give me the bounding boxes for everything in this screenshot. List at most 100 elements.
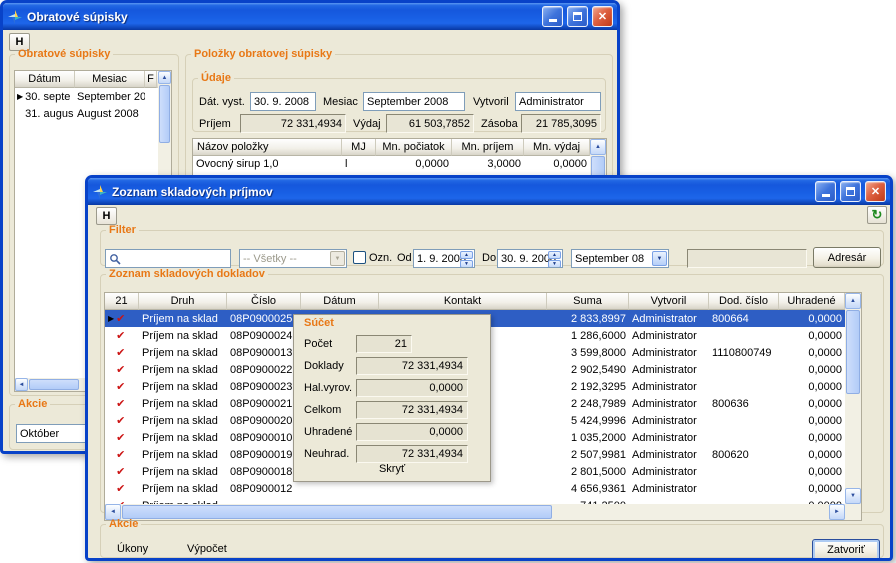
dropdown-arrow-icon[interactable]: ▼: [330, 251, 345, 266]
scroll-down-button[interactable]: ▼: [845, 488, 861, 504]
cell-cislo: 08P0900013: [227, 344, 301, 361]
do-label: Do: [482, 252, 496, 264]
spin-up-icon[interactable]: ▲: [548, 251, 561, 259]
column-header-mn-prijem[interactable]: Mn. príjem: [452, 139, 524, 156]
table-row[interactable]: ▶30. septe September 2008: [15, 88, 158, 105]
scroll-thumb[interactable]: [122, 505, 552, 519]
items-table-header: Názov položky MJ Mn. počiatok Mn. príjem…: [193, 139, 606, 156]
column-header-mj[interactable]: MJ: [342, 139, 376, 156]
sum-value-field: 0,0000: [356, 423, 468, 441]
column-header-datum[interactable]: Dátum: [15, 71, 75, 88]
cell-dod-cislo: [709, 327, 779, 344]
dropdown-arrow-icon[interactable]: ▼: [652, 251, 667, 266]
dropdown-value: Október: [20, 428, 59, 440]
cell-vytvoril: Administrator: [629, 310, 709, 327]
groupbox-label: Akcie: [106, 518, 141, 530]
scroll-left-button[interactable]: ◄: [15, 378, 28, 391]
help-button[interactable]: H: [96, 207, 117, 225]
table-row[interactable]: ▶31. augus August 2008: [15, 105, 158, 122]
maximize-button[interactable]: [567, 6, 588, 27]
cell-dod-cislo: [709, 429, 779, 446]
zatvorit-button[interactable]: Zatvoriť: [812, 539, 880, 558]
column-header-f[interactable]: F: [145, 71, 157, 88]
extra-filter-field[interactable]: [687, 249, 807, 268]
cell-suma: 5 424,9996: [547, 412, 629, 429]
adresar-button[interactable]: Adresár: [813, 247, 881, 268]
dat-vyst-field[interactable]: 30. 9. 2008: [250, 92, 316, 111]
scroll-thumb[interactable]: [29, 379, 79, 390]
row-pointer-icon: ▶: [17, 92, 23, 101]
cell-vytvoril: Administrator: [629, 412, 709, 429]
ozn-label[interactable]: Ozn.: [369, 252, 392, 264]
mesiac-field[interactable]: September 2008: [363, 92, 465, 111]
cell-vytvoril: Administrator: [629, 480, 709, 497]
cell-uhradene: 0,0000: [779, 429, 845, 446]
minimize-button[interactable]: [815, 181, 836, 202]
spin-up-icon[interactable]: ▲: [460, 251, 473, 259]
date-to-field[interactable]: 30. 9. 2008 ▲ ▼: [497, 249, 563, 268]
supisky-table-header: Dátum Mesiac F: [15, 71, 171, 88]
checked-icon: ✔: [116, 465, 125, 478]
column-header-nazov[interactable]: Názov položky: [193, 139, 342, 156]
cell-suma: 2 801,5000: [547, 463, 629, 480]
vytvoril-field[interactable]: Administrator: [515, 92, 601, 111]
table-row[interactable]: ▶✔ Príjem na sklad 741,2500 0,0000: [105, 497, 845, 504]
minimize-button[interactable]: [542, 6, 563, 27]
cell-druh: Príjem na sklad: [139, 378, 227, 395]
cell-dod-cislo: 1110800749: [709, 344, 779, 361]
cell-druh: Príjem na sklad: [139, 327, 227, 344]
skryt-button[interactable]: Skryť: [379, 463, 405, 475]
sum-row: Celkom 72 331,4934: [294, 400, 490, 422]
vertical-scrollbar[interactable]: ▲ ▼: [845, 293, 861, 504]
column-header-mn-pociatok[interactable]: Mn. počiatok: [376, 139, 452, 156]
column-header-druh[interactable]: Druh: [139, 293, 227, 310]
column-header-cislo[interactable]: Číslo: [227, 293, 301, 310]
cell-suma: 2 248,7989: [547, 395, 629, 412]
scroll-up-button[interactable]: ▲: [158, 71, 171, 84]
cell-dod-cislo: 800664: [709, 310, 779, 327]
table-row[interactable]: Ovocný sirup 1,0 l 0,0000 3,0000 0,0000: [193, 156, 590, 172]
column-header-suma[interactable]: Suma: [547, 293, 629, 310]
sum-value-field: 21: [356, 335, 412, 353]
scroll-up-button[interactable]: ▲: [590, 139, 606, 155]
groupbox-akcie: Akcie Úkony Výpočet Zatvoriť: [100, 518, 884, 558]
cell-vytvoril: Administrator: [629, 378, 709, 395]
date-from-spinner[interactable]: ▲ ▼: [460, 251, 473, 266]
spin-down-icon[interactable]: ▼: [548, 260, 561, 268]
search-input[interactable]: [105, 249, 231, 268]
month-dropdown[interactable]: September 08 ▼: [571, 249, 669, 268]
ozn-checkbox[interactable]: [353, 251, 366, 264]
refresh-button[interactable]: ↻: [867, 206, 887, 224]
column-header-uhradene[interactable]: Uhradené: [779, 293, 845, 310]
cell-druh: Príjem na sklad: [139, 361, 227, 378]
column-header-mn-vydaj[interactable]: Mn. výdaj: [524, 139, 590, 156]
date-to-spinner[interactable]: ▲ ▼: [548, 251, 561, 266]
titlebar-zoznam-prijmov[interactable]: Zoznam skladových príjmov ✕: [88, 178, 890, 205]
maximize-button[interactable]: [840, 181, 861, 202]
scroll-thumb[interactable]: [159, 85, 170, 143]
date-from-field[interactable]: 1. 9. 2008 ▲ ▼: [413, 249, 475, 268]
close-icon: ✕: [871, 185, 880, 198]
column-header-mesiac[interactable]: Mesiac: [75, 71, 145, 88]
spin-down-icon[interactable]: ▼: [460, 260, 473, 268]
checked-icon: ✔: [116, 346, 125, 359]
column-header-dod-cislo[interactable]: Dod. číslo: [709, 293, 779, 310]
column-header-datum[interactable]: Dátum: [301, 293, 379, 310]
ukony-button[interactable]: Úkony: [117, 543, 148, 555]
titlebar-obratove-supisky[interactable]: Obratové súpisky ✕: [3, 3, 617, 30]
vypocet-button[interactable]: Výpočet: [187, 543, 227, 555]
column-header-kontakt[interactable]: Kontakt: [379, 293, 547, 310]
column-header-count[interactable]: 21: [105, 293, 139, 310]
close-button[interactable]: ✕: [592, 6, 613, 27]
scroll-up-button[interactable]: ▲: [845, 293, 861, 309]
cell-druh: Príjem na sklad: [139, 463, 227, 480]
close-button[interactable]: ✕: [865, 181, 886, 202]
type-dropdown[interactable]: -- Všetky -- ▼: [239, 249, 347, 268]
scroll-thumb[interactable]: [846, 310, 860, 394]
cell-druh: Príjem na sklad: [139, 395, 227, 412]
cell-suma: 1 286,6000: [547, 327, 629, 344]
minimize-icon: [549, 19, 557, 22]
cell-uhradene: 0,0000: [779, 412, 845, 429]
column-header-vytvoril[interactable]: Vytvoril: [629, 293, 709, 310]
table-row[interactable]: ▶✔ Príjem na sklad 08P0900012 4 656,9361…: [105, 480, 845, 497]
